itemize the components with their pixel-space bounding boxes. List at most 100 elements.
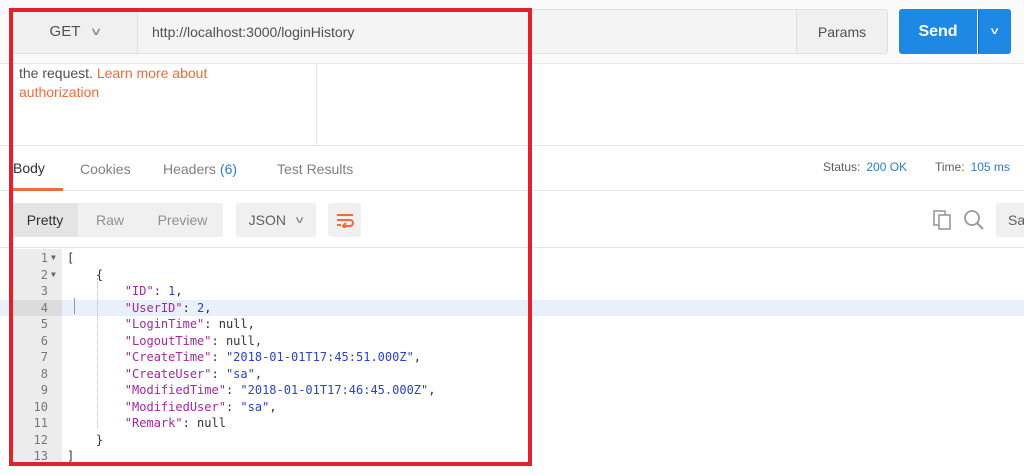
send-button[interactable]: Send <box>899 9 977 54</box>
json-string: "sa" <box>225 366 255 381</box>
authorization-link[interactable]: authorization <box>19 84 99 100</box>
line-number: 12 <box>33 432 48 447</box>
copy-button[interactable] <box>929 206 955 234</box>
json-punct: ] <box>67 449 75 463</box>
json-punct: : <box>153 284 169 298</box>
url-input[interactable]: http://localhost:3000/loginHistory <box>138 9 796 54</box>
code-line: 10 "ModifiedUser": "sa", <box>0 399 1024 416</box>
json-punct: : null, <box>204 317 255 331</box>
code-text: "ID": 1, <box>67 283 183 300</box>
tab-test-results[interactable]: Test Results <box>277 147 353 191</box>
line-number: 8 <box>40 366 48 381</box>
code-line: 7 "CreateTime": "2018-01-01T17:45:51.000… <box>0 349 1024 366</box>
json-punct: : null <box>182 416 226 430</box>
json-punct <box>67 284 125 298</box>
line-number: 4 <box>12 299 62 316</box>
json-punct: : <box>211 350 226 364</box>
tab-body[interactable]: Body <box>13 147 63 191</box>
tab-cookies[interactable]: Cookies <box>80 147 131 191</box>
text-cursor <box>74 298 75 314</box>
json-key: "Remark" <box>124 416 183 430</box>
preview-button[interactable]: Preview <box>142 203 223 237</box>
json-key: "CreateTime" <box>124 350 212 364</box>
method-select[interactable]: GET ∨ <box>12 9 138 54</box>
json-punct: : <box>225 383 241 397</box>
json-punct: : null, <box>211 333 263 348</box>
params-label: Params <box>817 23 867 40</box>
fold-toggle-icon[interactable]: ▼ <box>51 250 56 267</box>
tab-label: Body <box>13 159 45 176</box>
line-number: 13 <box>33 449 48 463</box>
time-label: Time: <box>935 160 965 174</box>
code-line: 3 "ID": 1, <box>0 283 1024 300</box>
search-icon <box>964 210 984 230</box>
pretty-button[interactable]: Pretty <box>12 203 78 237</box>
line-number: 5 <box>40 317 48 331</box>
code-line: 8 "CreateUser": "sa", <box>0 366 1024 383</box>
json-punct <box>67 301 125 315</box>
json-punct: , <box>204 300 212 315</box>
params-button[interactable]: Params <box>796 9 888 54</box>
code-line: 11 "Remark": null <box>0 415 1024 432</box>
indent-guide <box>97 278 98 428</box>
raw-label: Raw <box>95 212 124 228</box>
code-text: "ModifiedUser": "sa", <box>67 399 277 416</box>
search-button[interactable] <box>961 206 987 234</box>
chevron-down-icon: ∨ <box>989 26 1001 37</box>
json-string: "2018-01-01T17:46:45.000Z" <box>240 383 429 397</box>
code-text: "CreateTime": "2018-01-01T17:45:51.000Z"… <box>67 349 421 366</box>
raw-button[interactable]: Raw <box>78 203 142 237</box>
code-line: 1 ▼[ <box>0 250 1024 267</box>
json-string: "sa" <box>240 399 270 414</box>
line-number: 10 <box>33 399 48 414</box>
view-mode-group: Pretty Raw Preview <box>12 203 223 237</box>
json-punct: , <box>413 350 422 364</box>
save-response-button[interactable]: Sav <box>996 203 1024 237</box>
code-text: "LoginTime": null, <box>67 316 255 333</box>
code-line: 5 "LoginTime": null, <box>0 316 1024 333</box>
code-text: "ModifiedTime": "2018-01-01T17:46:45.000… <box>67 382 436 399</box>
time-display: Time: 105 ms <box>935 147 1010 187</box>
status-display: Status: 200 OK <box>823 147 907 187</box>
learn-more-link[interactable]: Learn more about <box>97 65 208 81</box>
json-punct: [ <box>67 251 75 265</box>
time-value: 105 ms <box>970 160 1010 174</box>
chevron-down-icon: ∨ <box>89 26 103 38</box>
copy-icon <box>933 210 951 230</box>
json-punct <box>67 383 125 397</box>
format-select[interactable]: JSON ∨ <box>236 203 316 237</box>
tab-headers[interactable]: Headers (6) <box>163 147 237 191</box>
send-options-button[interactable]: ∨ <box>978 9 1011 54</box>
chevron-down-icon: ∨ <box>293 214 306 226</box>
headers-count: (6) <box>219 161 238 177</box>
auth-text: the request. <box>19 65 97 81</box>
json-key: "ModifiedTime" <box>124 383 226 397</box>
json-punct <box>67 416 125 430</box>
code-line: 9 "ModifiedTime": "2018-01-01T17:46:45.0… <box>0 382 1024 399</box>
response-body-editor[interactable]: 1 ▼[2 ▼ {3 "ID": 1, 4 "UserID": 2, 5 "LoginT… <box>0 249 1024 475</box>
fold-toggle-icon[interactable]: ▼ <box>51 267 56 284</box>
json-key: "LoginTime" <box>124 317 205 331</box>
json-punct: : <box>225 399 241 414</box>
wrap-lines-button[interactable] <box>328 203 361 237</box>
tab-label: Cookies <box>80 161 131 177</box>
json-key: "ID" <box>124 284 154 298</box>
json-punct <box>67 367 125 381</box>
json-punct: } <box>67 432 104 447</box>
method-label: GET <box>49 23 81 40</box>
json-key: "CreateUser" <box>124 366 212 381</box>
code-line: 2 ▼ { <box>0 267 1024 284</box>
line-number: 9 <box>40 383 48 397</box>
preview-label: Preview <box>157 212 208 228</box>
json-string: "2018-01-01T17:45:51.000Z" <box>225 350 414 364</box>
json-punct: , <box>175 284 183 298</box>
code-text: "UserID": 2, <box>67 300 212 317</box>
code-line: 12 } <box>0 432 1024 449</box>
json-key: "LogoutTime" <box>124 333 212 348</box>
send-label: Send <box>918 22 958 40</box>
url-text: http://localhost:3000/loginHistory <box>152 23 355 40</box>
json-punct: , <box>254 366 263 381</box>
code-text: [ <box>67 250 74 267</box>
json-punct <box>67 350 125 364</box>
format-label: JSON <box>248 212 286 228</box>
